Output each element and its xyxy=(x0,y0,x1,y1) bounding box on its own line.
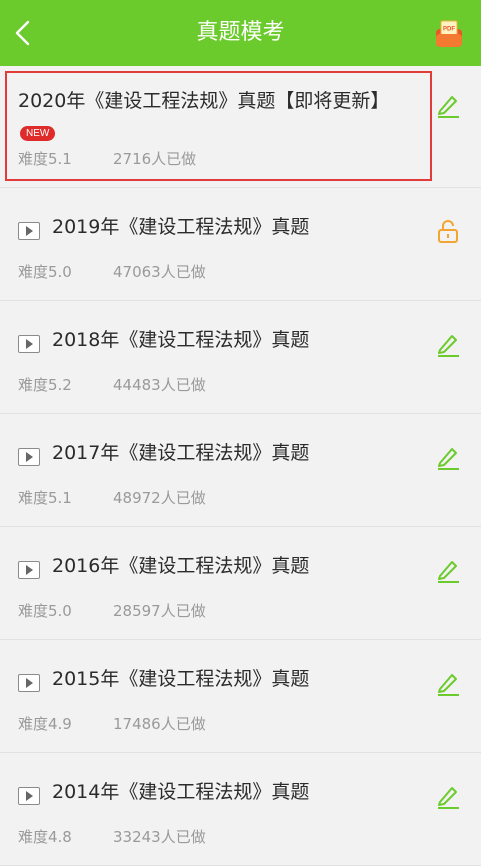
count-text: 33243人已做 xyxy=(113,828,206,846)
edit-icon[interactable] xyxy=(435,331,461,357)
play-icon xyxy=(18,448,40,466)
count-text: 44483人已做 xyxy=(113,376,206,394)
item-title: 2015年《建设工程法规》真题 xyxy=(52,668,310,690)
difficulty-text: 难度5.0 xyxy=(18,602,72,620)
count-text: 17486人已做 xyxy=(113,715,206,733)
edit-icon[interactable] xyxy=(435,783,461,809)
unlock-icon[interactable] xyxy=(435,218,461,244)
play-icon xyxy=(18,222,40,240)
play-icon xyxy=(18,674,40,692)
list-item[interactable]: 2015年《建设工程法规》真题 难度4.9 17486人已做 xyxy=(0,640,481,753)
svg-text:PDF: PDF xyxy=(443,27,455,33)
difficulty-text: 难度5.2 xyxy=(18,376,72,394)
edit-icon[interactable] xyxy=(435,557,461,583)
difficulty-text: 难度5.1 xyxy=(18,150,72,168)
count-text: 48972人已做 xyxy=(113,489,206,507)
edit-icon[interactable] xyxy=(435,92,461,118)
item-meta: 难度4.8 33243人已做 xyxy=(18,826,206,847)
new-badge: NEW xyxy=(20,126,56,141)
play-icon xyxy=(18,561,40,579)
list-item[interactable]: 2014年《建设工程法规》真题 难度4.8 33243人已做 xyxy=(0,753,481,866)
list-item[interactable]: 2017年《建设工程法规》真题 难度5.1 48972人已做 xyxy=(0,414,481,527)
edit-icon[interactable] xyxy=(435,670,461,696)
count-text: 2716人已做 xyxy=(113,150,197,168)
item-title: 2019年《建设工程法规》真题 xyxy=(52,216,310,238)
page-title: 真题模考 xyxy=(196,20,285,45)
difficulty-text: 难度4.8 xyxy=(18,828,72,846)
exam-list: 2020年《建设工程法规》真题【即将更新】 NEW 难度5.1 2716人已做 2… xyxy=(0,66,481,866)
list-item[interactable]: 2020年《建设工程法规》真题【即将更新】 NEW 难度5.1 2716人已做 xyxy=(0,66,481,188)
item-meta: 难度5.0 47063人已做 xyxy=(18,261,206,282)
edit-icon[interactable] xyxy=(435,444,461,470)
list-item[interactable]: 2018年《建设工程法规》真题 难度5.2 44483人已做 xyxy=(0,301,481,414)
item-title: 2018年《建设工程法规》真题 xyxy=(52,329,310,351)
pdf-icon[interactable]: PDF xyxy=(434,19,464,49)
count-text: 47063人已做 xyxy=(113,263,206,281)
item-title: 2020年《建设工程法规》真题【即将更新】 xyxy=(18,90,390,112)
item-title: 2017年《建设工程法规》真题 xyxy=(52,442,310,464)
item-meta: 难度5.1 48972人已做 xyxy=(18,487,206,508)
play-icon xyxy=(18,787,40,805)
item-title: 2016年《建设工程法规》真题 xyxy=(52,555,310,577)
item-title: 2014年《建设工程法规》真题 xyxy=(52,781,310,803)
item-meta: 难度5.1 2716人已做 xyxy=(18,148,196,169)
item-meta: 难度5.2 44483人已做 xyxy=(18,374,206,395)
difficulty-text: 难度5.0 xyxy=(18,263,72,281)
play-icon xyxy=(18,335,40,353)
list-item[interactable]: 2016年《建设工程法规》真题 难度5.0 28597人已做 xyxy=(0,527,481,640)
difficulty-text: 难度5.1 xyxy=(18,489,72,507)
list-item[interactable]: 2019年《建设工程法规》真题 难度5.0 47063人已做 xyxy=(0,188,481,301)
top-bar: 真题模考 PDF xyxy=(0,0,481,66)
difficulty-text: 难度4.9 xyxy=(18,715,72,733)
count-text: 28597人已做 xyxy=(113,602,206,620)
item-meta: 难度4.9 17486人已做 xyxy=(18,713,206,734)
item-meta: 难度5.0 28597人已做 xyxy=(18,600,206,621)
